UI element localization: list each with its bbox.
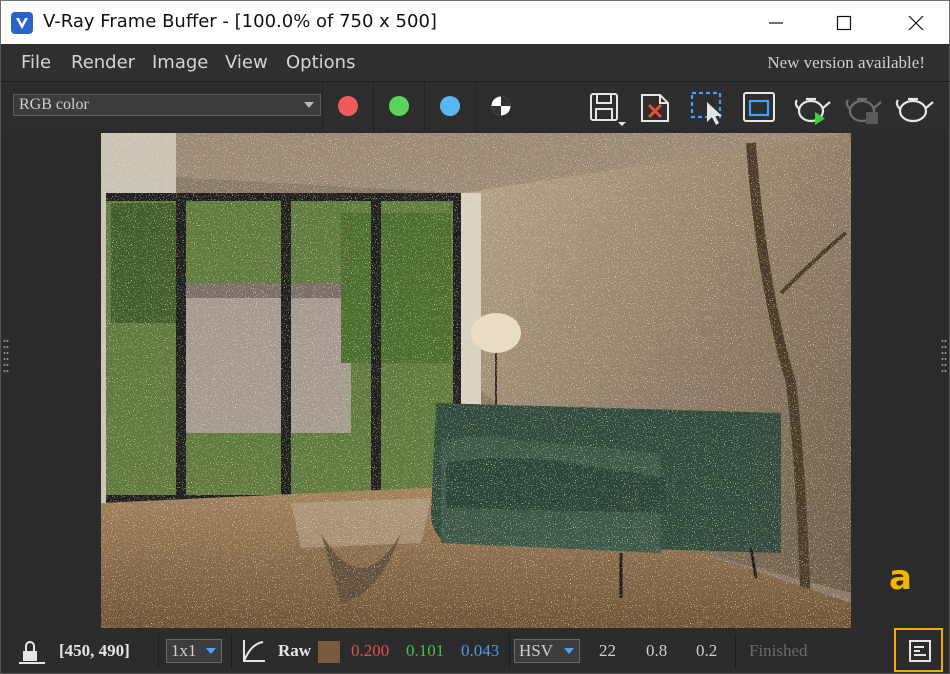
red-dot-icon (338, 96, 358, 116)
render-icon (895, 97, 934, 123)
menu-view[interactable]: View (225, 52, 268, 73)
green-value: 0.101 (406, 641, 445, 660)
menu-file[interactable]: File (21, 52, 51, 73)
render-button[interactable] (894, 88, 934, 126)
menu-options[interactable]: Options (286, 52, 355, 73)
close-button[interactable] (893, 1, 939, 45)
save-image-icon (590, 93, 626, 126)
color-space-select[interactable]: HSV (514, 639, 580, 663)
toolbar: RGB color (0, 82, 950, 130)
status-bar: [450, 490] 1x1 Raw 0.200 0.101 0.043 HSV… (0, 628, 950, 674)
divider (509, 634, 510, 668)
region-render-icon (690, 91, 722, 125)
right-panel-grip-icon[interactable] (941, 338, 947, 378)
blue-dot-icon (440, 96, 460, 116)
watermark-logo: a (889, 558, 912, 598)
save-image-button[interactable] (586, 88, 626, 126)
title-bar: V-Ray Frame Buffer - [100.0% of 750 x 50… (0, 0, 950, 44)
minimize-button[interactable] (753, 1, 799, 45)
pixel-lock-icon[interactable] (19, 640, 45, 664)
blue-value: 0.043 (461, 641, 500, 660)
alpha-channel-button[interactable] (475, 82, 525, 130)
window-title: V-Ray Frame Buffer - [100.0% of 750 x 50… (43, 11, 437, 32)
log-icon (909, 640, 931, 662)
red-channel-button[interactable] (322, 82, 372, 130)
region-render-button[interactable] (689, 88, 727, 126)
render-viewport[interactable] (0, 130, 950, 628)
green-channel-button[interactable] (373, 82, 423, 130)
divider (231, 634, 232, 668)
show-log-button[interactable] (894, 628, 943, 672)
pixel-coordinates: [450, 490] (59, 641, 130, 660)
track-mouse-button[interactable] (741, 88, 779, 126)
chevron-down-icon (564, 648, 574, 654)
stop-render-icon (845, 97, 882, 124)
menu-render[interactable]: Render (71, 52, 135, 73)
render-status: Finished (749, 641, 808, 660)
curve-icon[interactable] (241, 638, 267, 664)
menu-image[interactable]: Image (152, 52, 208, 73)
value-value: 0.2 (696, 641, 718, 660)
divider (158, 634, 159, 668)
pixel-color-swatch (318, 641, 340, 663)
sample-size-select[interactable]: 1x1 (166, 639, 222, 663)
red-value: 0.200 (351, 641, 390, 660)
channel-select[interactable]: RGB color (13, 94, 321, 116)
divider (735, 634, 736, 668)
chevron-down-icon (304, 102, 314, 108)
color-space-value: HSV (519, 641, 554, 660)
left-panel-grip-icon[interactable] (3, 338, 9, 378)
channel-select-value: RGB color (19, 96, 89, 113)
sample-size-value: 1x1 (171, 641, 197, 660)
display-mode-label[interactable]: Raw (278, 641, 311, 661)
chevron-down-icon (206, 648, 216, 654)
menu-bar: File Render Image View Options New versi… (0, 44, 950, 82)
clear-image-icon (641, 94, 669, 122)
stop-render-button[interactable] (844, 88, 882, 126)
track-mouse-icon (743, 92, 775, 122)
new-version-link[interactable]: New version available! (767, 53, 925, 73)
alpha-dot-icon (491, 96, 511, 116)
green-dot-icon (389, 96, 409, 116)
blue-channel-button[interactable] (424, 82, 474, 130)
render-interactive-button[interactable] (793, 88, 831, 126)
saturation-value: 0.8 (646, 641, 668, 660)
render-image (101, 133, 851, 628)
hue-value: 22 (599, 641, 616, 660)
vray-logo-icon (11, 12, 33, 34)
render-interactive-icon (794, 97, 831, 125)
maximize-button[interactable] (821, 1, 867, 45)
clear-image-button[interactable] (638, 88, 676, 126)
